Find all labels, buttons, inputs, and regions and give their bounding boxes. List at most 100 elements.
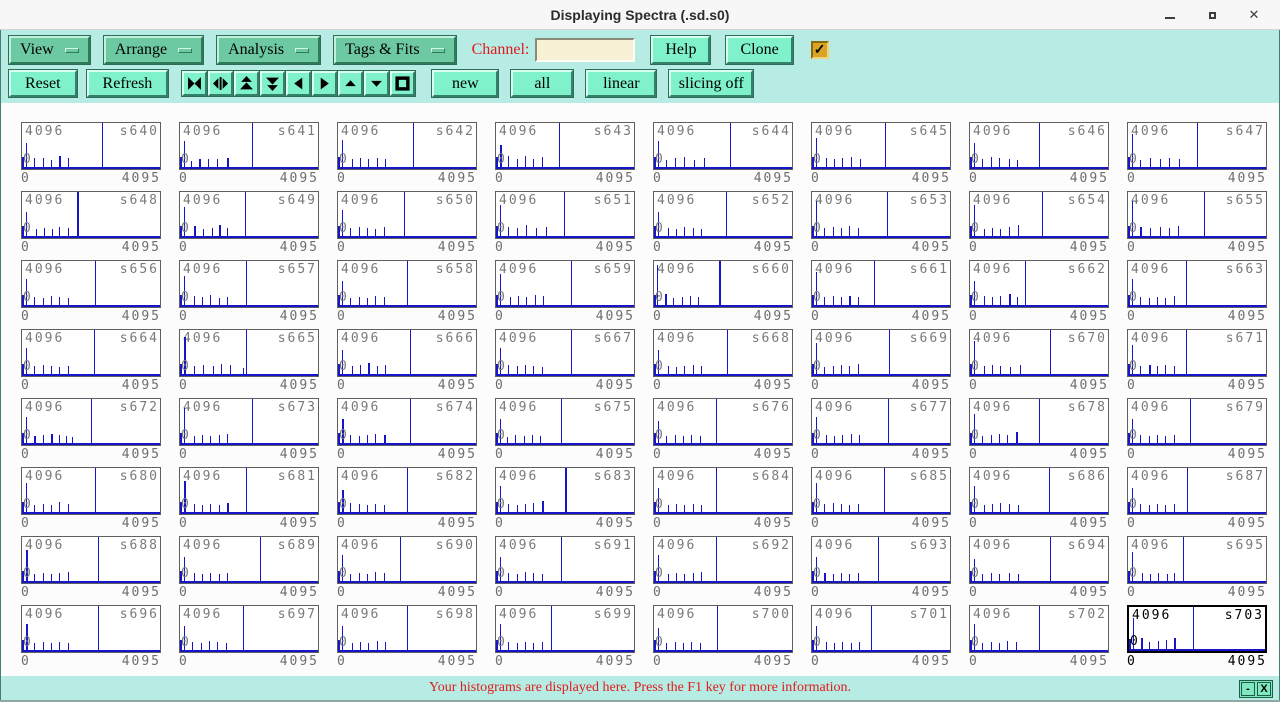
shrink-horizontal-button[interactable] [182, 71, 208, 96]
spectrum-panel[interactable]: 4096 s681 0 [179, 467, 319, 515]
spectrum-panel[interactable]: 4096 s643 0 [495, 122, 635, 170]
spectrum-panel[interactable]: 4096 s686 0 [969, 467, 1109, 515]
close-button[interactable]: ✕ [1246, 7, 1262, 23]
x-axis-line [654, 374, 792, 376]
spectrum-panel[interactable]: 4096 s678 0 [969, 398, 1109, 446]
minimize-button[interactable] [1162, 7, 1178, 23]
spectrum-panel[interactable]: 4096 s682 0 [337, 467, 477, 515]
refresh-button[interactable]: Refresh [86, 70, 169, 97]
double-arrow-down-button[interactable] [260, 71, 286, 96]
menu-tags-fits[interactable]: Tags & Fits [334, 36, 456, 64]
spectrum-panel[interactable]: 4096 s648 0 [21, 191, 161, 239]
spectrum-panel[interactable]: 4096 s694 0 [969, 536, 1109, 584]
spectrum-panel[interactable]: 4096 s676 0 [653, 398, 793, 446]
help-button[interactable]: Help [651, 36, 711, 64]
spectrum-panel[interactable]: 4096 s654 0 [969, 191, 1109, 239]
spectrum-panel[interactable]: 4096 s665 0 [179, 329, 319, 377]
spectrum-panel[interactable]: 4096 s684 0 [653, 467, 793, 515]
menu-analysis[interactable]: Analysis [217, 36, 321, 64]
spectrum-peak [42, 297, 44, 305]
arrow-up-button[interactable] [338, 71, 364, 96]
spectrum-panel[interactable]: 4096 s672 0 [21, 398, 161, 446]
all-button[interactable]: all [511, 70, 574, 97]
slicing-button[interactable]: slicing off [669, 70, 754, 97]
spectrum-panel[interactable]: 4096 s661 0 [811, 260, 951, 308]
spectrum-panel[interactable]: 4096 s664 0 [21, 329, 161, 377]
spectrum-panel[interactable]: 4096 s663 0 [1127, 260, 1267, 308]
status-close-button[interactable]: X [1257, 682, 1271, 696]
spectrum-panel[interactable]: 4096 s650 0 [337, 191, 477, 239]
spectrum-panel[interactable]: 4096 s702 0 [969, 605, 1109, 653]
spectrum-cell: 4096 s665 0 0 4095 [179, 329, 319, 393]
spectrum-panel[interactable]: 4096 s659 0 [495, 260, 635, 308]
spectrum-panel[interactable]: 4096 s657 0 [179, 260, 319, 308]
linear-button[interactable]: linear [586, 70, 657, 97]
spectrum-name-label: s699 [593, 607, 633, 622]
spectrum-panel[interactable]: 4096 s692 0 [653, 536, 793, 584]
spectrum-panel[interactable]: 4096 s642 0 [337, 122, 477, 170]
spectrum-panel[interactable]: 4096 s645 0 [811, 122, 951, 170]
spectrum-panel[interactable]: 4096 s658 0 [337, 260, 477, 308]
maximize-button[interactable] [1204, 7, 1220, 23]
spectrum-panel[interactable]: 4096 s695 0 [1127, 536, 1267, 584]
spectrum-panel[interactable]: 4096 s671 0 [1127, 329, 1267, 377]
menu-arrange[interactable]: Arrange [103, 36, 204, 64]
spectrum-panel[interactable]: 4096 s696 0 [21, 605, 161, 653]
spectrum-panel[interactable]: 4096 s644 0 [653, 122, 793, 170]
spectrum-panel[interactable]: 4096 s703 0 [1127, 605, 1267, 653]
spectrum-panel[interactable]: 4096 s677 0 [811, 398, 951, 446]
spectrum-panel[interactable]: 4096 s669 0 [811, 329, 951, 377]
spectrum-cell: 4096 s703 0 0 4095 [1127, 605, 1267, 669]
spectrum-panel[interactable]: 4096 s666 0 [337, 329, 477, 377]
clone-button[interactable]: Clone [726, 36, 793, 64]
spectrum-panel[interactable]: 4096 s673 0 [179, 398, 319, 446]
spectrum-panel[interactable]: 4096 s688 0 [21, 536, 161, 584]
spectrum-panel[interactable]: 4096 s693 0 [811, 536, 951, 584]
status-minimize-button[interactable]: - [1241, 682, 1255, 696]
spectrum-panel[interactable]: 4096 s668 0 [653, 329, 793, 377]
spectrum-panel[interactable]: 4096 s691 0 [495, 536, 635, 584]
spectrum-panel[interactable]: 4096 s641 0 [179, 122, 319, 170]
spectrum-panel[interactable]: 4096 s675 0 [495, 398, 635, 446]
spectrum-panel[interactable]: 4096 s656 0 [21, 260, 161, 308]
reset-button[interactable]: Reset [9, 70, 77, 97]
new-button[interactable]: new [432, 70, 499, 97]
y-zero-label: 0 [971, 152, 981, 167]
spectrum-panel[interactable]: 4096 s674 0 [337, 398, 477, 446]
arrow-down-button[interactable] [364, 71, 390, 96]
spectrum-panel[interactable]: 4096 s685 0 [811, 467, 951, 515]
arrow-right-button[interactable] [312, 71, 338, 96]
spectrum-panel[interactable]: 4096 s660 0 [653, 260, 793, 308]
spectrum-panel[interactable]: 4096 s698 0 [337, 605, 477, 653]
spectrum-panel[interactable]: 4096 s652 0 [653, 191, 793, 239]
spectrum-peak [674, 435, 676, 443]
spectrum-panel[interactable]: 4096 s651 0 [495, 191, 635, 239]
full-window-button[interactable] [390, 71, 416, 96]
expand-horizontal-button[interactable] [208, 71, 234, 96]
spectrum-panel[interactable]: 4096 s701 0 [811, 605, 951, 653]
arrow-left-button[interactable] [286, 71, 312, 96]
double-arrow-up-button[interactable] [234, 71, 260, 96]
spectrum-panel[interactable]: 4096 s679 0 [1127, 398, 1267, 446]
spectrum-panel[interactable]: 4096 s649 0 [179, 191, 319, 239]
spectrum-panel[interactable]: 4096 s687 0 [1127, 467, 1267, 515]
spectrum-panel[interactable]: 4096 s670 0 [969, 329, 1109, 377]
spectrum-panel[interactable]: 4096 s662 0 [969, 260, 1109, 308]
menu-view[interactable]: View [9, 36, 90, 64]
spectrum-panel[interactable]: 4096 s689 0 [179, 536, 319, 584]
spectrum-panel[interactable]: 4096 s690 0 [337, 536, 477, 584]
spectrum-panel[interactable]: 4096 s646 0 [969, 122, 1109, 170]
spectrum-panel[interactable]: 4096 s697 0 [179, 605, 319, 653]
zoom-toggle-checkbox[interactable]: ✓ [810, 41, 829, 59]
spectrum-peak [91, 399, 92, 443]
spectrum-panel[interactable]: 4096 s640 0 [21, 122, 161, 170]
spectrum-panel[interactable]: 4096 s700 0 [653, 605, 793, 653]
channel-input[interactable] [535, 38, 636, 62]
spectrum-panel[interactable]: 4096 s653 0 [811, 191, 951, 239]
spectrum-panel[interactable]: 4096 s655 0 [1127, 191, 1267, 239]
spectrum-panel[interactable]: 4096 s680 0 [21, 467, 161, 515]
spectrum-panel[interactable]: 4096 s683 0 [495, 467, 635, 515]
spectrum-panel[interactable]: 4096 s667 0 [495, 329, 635, 377]
spectrum-panel[interactable]: 4096 s699 0 [495, 605, 635, 653]
spectrum-panel[interactable]: 4096 s647 0 [1127, 122, 1267, 170]
